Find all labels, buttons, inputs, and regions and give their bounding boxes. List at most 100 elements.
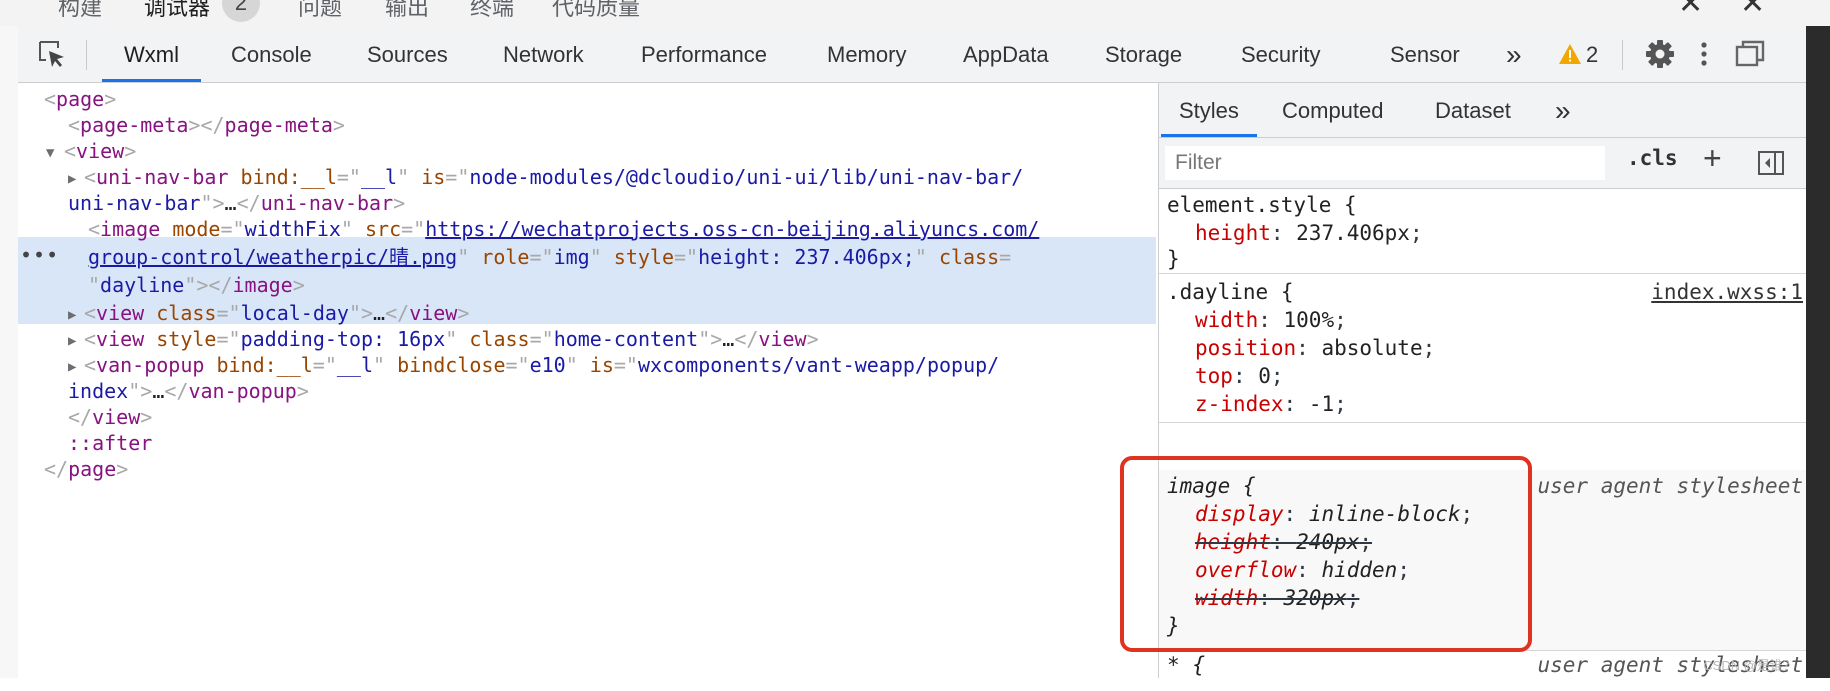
property-value[interactable]: 237.406px <box>1296 221 1410 245</box>
overridden-declaration[interactable]: height: 240px; <box>1195 528 1372 556</box>
tab-memory[interactable]: Memory <box>827 26 906 82</box>
more-vert-icon[interactable] <box>1688 38 1720 70</box>
collapsed-ellipsis[interactable]: … <box>152 379 164 403</box>
tag-name: page <box>68 457 117 481</box>
overridden-declaration[interactable]: width: 320px; <box>1195 584 1359 612</box>
tab-sources[interactable]: Sources <box>367 26 448 82</box>
property-value[interactable]: 320px <box>1284 586 1347 610</box>
node-page-meta[interactable]: <page-meta></page-meta> <box>68 111 345 139</box>
rule-image-user-agent[interactable]: image { user agent stylesheet display: i… <box>1159 470 1807 651</box>
attr-name: class <box>938 245 1000 269</box>
node-view-close[interactable]: </view> <box>68 403 152 431</box>
panel-tab-debugger[interactable]: 调试器 <box>144 0 210 22</box>
collapsed-ellipsis[interactable]: … <box>373 301 385 325</box>
close-icon[interactable]: ✕ <box>1740 0 1765 21</box>
more-side-tabs-button[interactable]: » <box>1555 83 1571 137</box>
declaration[interactable]: display: inline-block; <box>1195 500 1473 528</box>
node-view-open[interactable]: <view> <box>64 137 136 165</box>
property-value[interactable]: -1 <box>1309 392 1334 416</box>
source-link[interactable]: index.wxss:1 <box>1651 278 1803 306</box>
property-value[interactable]: 240px <box>1296 530 1359 554</box>
tab-network[interactable]: Network <box>503 26 584 82</box>
gear-icon[interactable] <box>1644 38 1676 70</box>
attr-name: class <box>156 301 217 325</box>
declaration[interactable]: z-index: -1; <box>1195 390 1347 418</box>
property-name[interactable]: position <box>1195 336 1296 360</box>
attr-name: bind:__l <box>216 353 313 377</box>
collapsed-ellipsis[interactable]: … <box>722 327 734 351</box>
node-actions-dots[interactable]: ••• <box>20 241 59 269</box>
node-image-selected[interactable]: <image mode="widthFix" src="https://wech… <box>88 215 1039 243</box>
node-page-open[interactable]: <page> <box>44 85 116 113</box>
cls-toggle-button[interactable]: .cls <box>1627 146 1678 170</box>
image-src-link[interactable]: group-control/weatherpic/晴.png <box>88 245 457 269</box>
property-value[interactable]: hidden <box>1321 558 1397 582</box>
attr-value: img <box>553 245 590 269</box>
tab-storage[interactable]: Storage <box>1105 26 1182 82</box>
declaration[interactable]: width: 100%; <box>1195 306 1347 334</box>
new-rule-button[interactable]: + <box>1703 140 1722 177</box>
node-page-close[interactable]: </page> <box>44 455 128 483</box>
more-tabs-button[interactable]: » <box>1506 26 1522 82</box>
property-name[interactable]: display <box>1195 502 1284 526</box>
node-after-pseudo[interactable]: ::after <box>68 429 152 457</box>
tag-name: uni-nav-bar <box>260 191 394 215</box>
panel-tab-issues[interactable]: 问题 <box>298 0 342 22</box>
panel-tab-output[interactable]: 输出 <box>385 0 429 22</box>
panel-tab-build[interactable]: 构建 <box>58 0 102 22</box>
warning-icon[interactable] <box>1558 42 1582 66</box>
collapse-arrow-icon[interactable]: ▼ <box>46 139 54 167</box>
tab-styles[interactable]: Styles <box>1161 83 1257 137</box>
node-view-home-content[interactable]: <view style="padding-top: 16px" class="h… <box>84 325 819 353</box>
node-uni-nav-bar-cont[interactable]: uni-nav-bar">…</uni-nav-bar> <box>68 189 405 217</box>
tab-security[interactable]: Security <box>1241 26 1320 82</box>
property-value[interactable]: inline-block <box>1309 502 1461 526</box>
panel-tab-terminal[interactable]: 终端 <box>470 0 514 22</box>
property-name[interactable]: top <box>1195 364 1233 388</box>
open-brace: { <box>1242 474 1256 498</box>
rule-dayline[interactable]: .dayline { index.wxss:1 width: 100%; pos… <box>1159 274 1807 423</box>
property-name[interactable]: z-index <box>1195 392 1284 416</box>
warning-count[interactable]: 2 <box>1586 26 1598 82</box>
tag-name: page-meta <box>224 113 333 137</box>
property-value[interactable]: absolute <box>1321 336 1422 360</box>
node-image-cont[interactable]: group-control/weatherpic/晴.png" role="im… <box>88 243 1011 271</box>
node-view-local-day[interactable]: <view class="local-day">…</view> <box>84 299 469 327</box>
panel-tab-code-quality[interactable]: 代码质量 <box>552 0 640 22</box>
property-name[interactable]: width <box>1195 308 1258 332</box>
property-name[interactable]: width <box>1195 586 1258 610</box>
toggle-sidebar-icon[interactable] <box>1757 150 1785 176</box>
property-name[interactable]: height <box>1195 221 1271 245</box>
minimize-icon[interactable]: ✕ <box>1678 0 1703 21</box>
filter-input[interactable] <box>1165 146 1605 180</box>
tab-computed[interactable]: Computed <box>1282 83 1384 137</box>
tab-console[interactable]: Console <box>231 26 312 82</box>
attr-value: dayline <box>100 273 185 297</box>
property-name[interactable]: height <box>1195 530 1271 554</box>
declaration[interactable]: overflow: hidden; <box>1195 556 1410 584</box>
property-value[interactable]: 0 <box>1258 364 1271 388</box>
rule-element-style[interactable]: element.style { height: 237.406px; } <box>1159 189 1807 274</box>
expand-arrow-icon[interactable]: ▶ <box>68 301 76 329</box>
tab-wxml[interactable]: Wxml <box>102 26 201 82</box>
node-van-popup-cont[interactable]: index">…</van-popup> <box>68 377 309 405</box>
tab-performance[interactable]: Performance <box>641 26 767 82</box>
expand-arrow-icon[interactable]: ▶ <box>68 327 76 355</box>
property-name[interactable]: overflow <box>1195 558 1296 582</box>
declaration[interactable]: height: 237.406px; <box>1195 219 1423 247</box>
node-van-popup[interactable]: <van-popup bind:__l="__l" bindclose="e10… <box>84 351 999 379</box>
image-src-link[interactable]: https://wechatprojects.oss-cn-beijing.al… <box>425 217 1039 241</box>
attr-name: class <box>469 327 530 351</box>
declaration[interactable]: position: absolute; <box>1195 334 1435 362</box>
inspect-icon[interactable] <box>36 38 68 70</box>
tab-appdata[interactable]: AppData <box>963 26 1049 82</box>
tab-dataset[interactable]: Dataset <box>1435 83 1511 137</box>
dock-icon[interactable] <box>1734 38 1766 70</box>
tab-sensor[interactable]: Sensor <box>1390 26 1460 82</box>
attr-value: __l <box>336 353 374 377</box>
property-value[interactable]: 100% <box>1284 308 1335 332</box>
declaration[interactable]: top: 0; <box>1195 362 1284 390</box>
node-image-end[interactable]: "dayline"></image> <box>88 271 305 299</box>
collapsed-ellipsis[interactable]: … <box>225 191 237 215</box>
node-uni-nav-bar[interactable]: <uni-nav-bar bind:__l="__l" is="node-mod… <box>84 163 1023 191</box>
